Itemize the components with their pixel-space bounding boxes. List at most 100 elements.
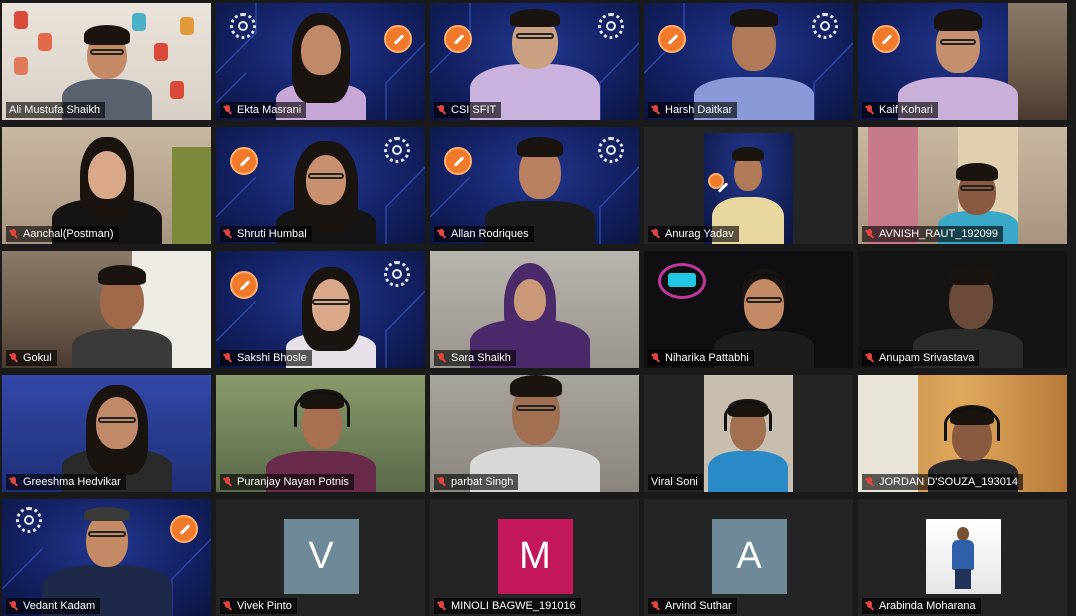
name-text: Anupam Srivastava (879, 352, 975, 364)
name-text: parbat Singh (451, 476, 514, 488)
name-text: Sakshi Bhosle (237, 352, 307, 364)
avatar-letter: V (308, 535, 334, 577)
participant-name-label: Vedant Kadam (6, 598, 101, 614)
participant-tile-viral-soni[interactable]: Viral Soni (644, 375, 853, 492)
participant-tile-ali-mustufa-shaikh[interactable]: Ali Mustufa Shaikh (2, 3, 211, 120)
name-text: Arvind Suthar (665, 600, 732, 612)
name-text: AVNISH_RAUT_192099 (879, 228, 999, 240)
microphone-muted-icon (9, 476, 18, 488)
microphone-muted-icon (651, 352, 660, 364)
microphone-muted-icon (223, 600, 232, 612)
avatar: M (497, 519, 573, 594)
microphone-muted-icon (865, 600, 874, 612)
microphone-muted-icon (651, 104, 660, 116)
participant-tile-vivek-pinto[interactable]: V Vivek Pinto (216, 499, 425, 616)
name-text: CSI SFIT (451, 104, 497, 116)
participant-tile-avnish-raut[interactable]: AVNISH_RAUT_192099 (858, 127, 1067, 244)
microphone-muted-icon (223, 352, 232, 364)
participant-tile-ekta-masrani[interactable]: Ekta Masrani (216, 3, 425, 120)
microphone-muted-icon (223, 104, 232, 116)
microphone-muted-icon (865, 352, 874, 364)
participant-name-label: Allan Rodriques (434, 226, 534, 242)
participant-tile-niharika-pattabhi[interactable]: Niharika Pattabhi (644, 251, 853, 368)
avatar-letter: M (519, 535, 551, 577)
name-text: Allan Rodriques (451, 228, 529, 240)
participant-name-label: Niharika Pattabhi (648, 350, 754, 366)
name-text: Puranjay Nayan Potnis (237, 476, 349, 488)
participant-tile-allan-rodriques[interactable]: Allan Rodriques (430, 127, 639, 244)
microphone-muted-icon (437, 476, 446, 488)
participant-tile-kaif-kohari[interactable]: Kaif Kohari (858, 3, 1067, 120)
name-text: Viral Soni (651, 476, 698, 488)
microphone-muted-icon (437, 352, 446, 364)
avatar (925, 519, 1001, 594)
name-text: Vedant Kadam (23, 600, 96, 612)
microphone-muted-icon (437, 104, 446, 116)
name-text: Arabinda Moharana (879, 600, 976, 612)
participant-name-label: Sakshi Bhosle (220, 350, 312, 366)
participant-tile-minoli-bagwe[interactable]: M MINOLI BAGWE_191016 (430, 499, 639, 616)
participant-tile-puranjay-nayan-potnis[interactable]: Puranjay Nayan Potnis (216, 375, 425, 492)
microphone-muted-icon (9, 228, 18, 240)
name-text: Harsh Daitkar (665, 104, 733, 116)
participant-name-label: Ali Mustufa Shaikh (6, 102, 106, 118)
microphone-muted-icon (651, 228, 660, 240)
name-text: Kaif Kohari (879, 104, 933, 116)
name-text: MINOLI BAGWE_191016 (451, 600, 576, 612)
participant-name-label: Anurag Yadav (648, 226, 739, 242)
microphone-muted-icon (223, 228, 232, 240)
participant-tile-anurag-yadav[interactable]: Anurag Yadav (644, 127, 853, 244)
microphone-muted-icon (865, 104, 874, 116)
participant-tile-sara-shaikh[interactable]: Sara Shaikh (430, 251, 639, 368)
microphone-muted-icon (223, 476, 232, 488)
participant-name-label: Sara Shaikh (434, 350, 516, 366)
name-text: Ali Mustufa Shaikh (9, 104, 101, 116)
participant-name-label: Kaif Kohari (862, 102, 938, 118)
participant-name-label: Arabinda Moharana (862, 598, 981, 614)
microphone-muted-icon (9, 600, 18, 612)
participant-tile-jordan-dsouza[interactable]: JORDAN D'SOUZA_193014 (858, 375, 1067, 492)
participant-name-label: Vivek Pinto (220, 598, 297, 614)
participant-name-label: AVNISH_RAUT_192099 (862, 226, 1004, 242)
avatar: V (283, 519, 359, 594)
participant-name-label: Ekta Masrani (220, 102, 307, 118)
name-text: Ekta Masrani (237, 104, 302, 116)
participant-tile-gokul[interactable]: Gokul (2, 251, 211, 368)
participant-name-label: Shruti Humbal (220, 226, 312, 242)
participant-name-label: Viral Soni (648, 474, 703, 490)
avatar-letter: A (736, 535, 762, 577)
participant-tile-parbat-singh[interactable]: parbat Singh (430, 375, 639, 492)
microphone-muted-icon (437, 228, 446, 240)
participant-tile-arabinda-moharana[interactable]: Arabinda Moharana (858, 499, 1067, 616)
participant-tile-greeshma-hedvikar[interactable]: Greeshma Hedvikar (2, 375, 211, 492)
name-text: Vivek Pinto (237, 600, 292, 612)
participant-name-label: Gokul (6, 350, 57, 366)
participant-tile-aanchal-postman[interactable]: Aanchal(Postman) (2, 127, 211, 244)
participant-tile-vedant-kadam[interactable]: Vedant Kadam (2, 499, 211, 616)
microphone-muted-icon (651, 600, 660, 612)
participant-name-label: CSI SFIT (434, 102, 502, 118)
video-gallery: Ali Mustufa Shaikh Ekta Masrani CSI SFIT (0, 0, 1076, 616)
name-text: Greeshma Hedvikar (23, 476, 121, 488)
participant-name-label: MINOLI BAGWE_191016 (434, 598, 581, 614)
name-text: Anurag Yadav (665, 228, 734, 240)
name-text: Sara Shaikh (451, 352, 511, 364)
participant-tile-sakshi-bhosle[interactable]: Sakshi Bhosle (216, 251, 425, 368)
participant-tile-anupam-srivastava[interactable]: Anupam Srivastava (858, 251, 1067, 368)
name-text: Niharika Pattabhi (665, 352, 749, 364)
microphone-muted-icon (437, 600, 446, 612)
participant-name-label: Aanchal(Postman) (6, 226, 119, 242)
participant-tile-shruti-humbal[interactable]: Shruti Humbal (216, 127, 425, 244)
microphone-muted-icon (865, 228, 874, 240)
participant-name-label: parbat Singh (434, 474, 519, 490)
participant-tile-arvind-suthar[interactable]: A Arvind Suthar (644, 499, 853, 616)
participant-name-label: Arvind Suthar (648, 598, 737, 614)
participant-tile-csi-sfit[interactable]: CSI SFIT (430, 3, 639, 120)
participant-name-label: Greeshma Hedvikar (6, 474, 126, 490)
participant-name-label: JORDAN D'SOUZA_193014 (862, 474, 1024, 490)
participant-tile-harsh-daitkar[interactable]: Harsh Daitkar (644, 3, 853, 120)
name-text: Aanchal(Postman) (23, 228, 114, 240)
name-text: Shruti Humbal (237, 228, 307, 240)
avatar: A (711, 519, 787, 594)
name-text: Gokul (23, 352, 52, 364)
